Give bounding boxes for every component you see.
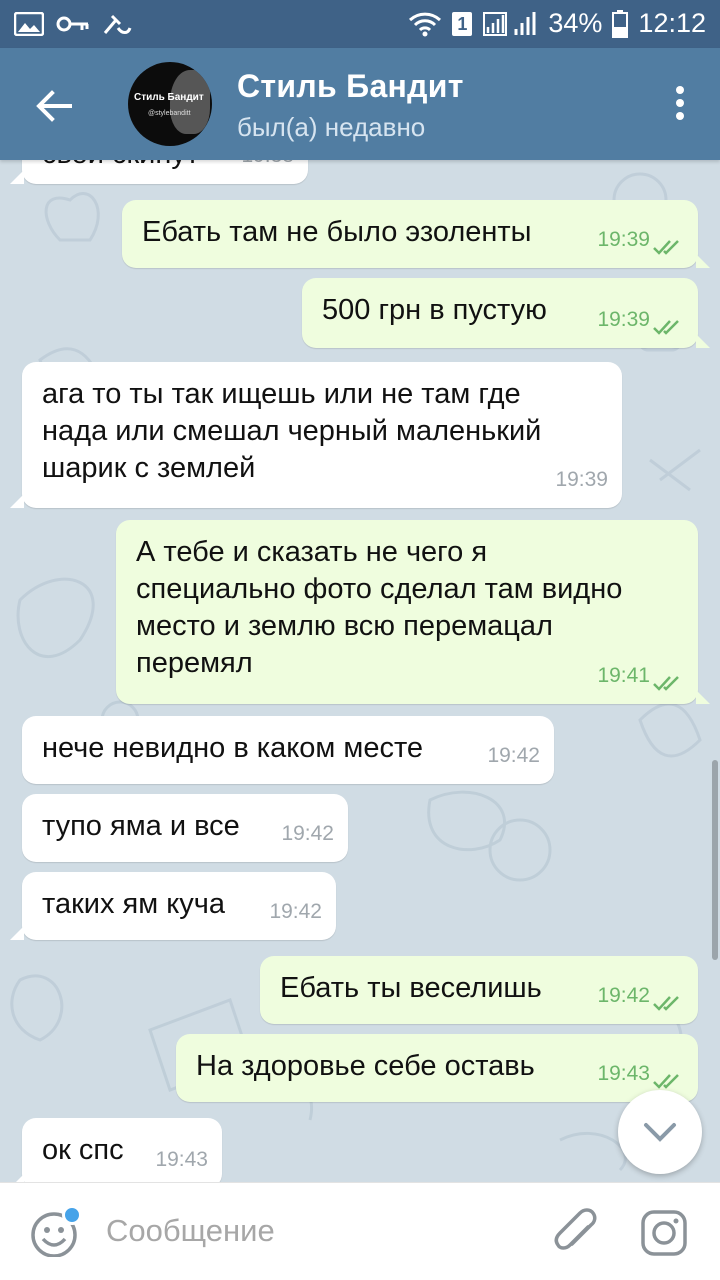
incoming-message[interactable]: ок спс 19:43 (10, 1118, 222, 1182)
message-input[interactable]: Сообщение (106, 1213, 275, 1249)
outgoing-message[interactable]: На здоровье себе оставь 19:43 (176, 1034, 698, 1102)
more-vert-icon[interactable] (674, 86, 686, 126)
message-text: нече невидно в каком месте (42, 732, 424, 764)
message-list[interactable]: свой скинут19:38 Ебать там не было эзолен… (0, 160, 720, 1182)
status-bar: 1 34% 12:12 (0, 0, 720, 48)
message-time: 19:43 (597, 1062, 650, 1085)
gallery-icon (14, 12, 44, 36)
double-check-icon (653, 1074, 679, 1089)
signal-icon (483, 11, 536, 36)
message-time: 19:42 (269, 900, 322, 923)
avatar-tag: @stylebanditt (148, 110, 191, 117)
scroll-down-button[interactable] (618, 1090, 702, 1174)
message-time: 19:41 (597, 664, 650, 687)
avatar-name: Стиль Бандит (134, 92, 204, 103)
sim-badge: 1 (452, 11, 473, 36)
battery-percent: 34% (548, 8, 603, 38)
message-time: 19:42 (281, 822, 334, 845)
message-time: 19:39 (555, 468, 608, 491)
double-check-icon (653, 676, 679, 691)
wifi-icon (409, 12, 442, 36)
chat-header: Стиль Бандит @stylebanditt Стиль Бандит … (0, 48, 720, 160)
double-check-icon (653, 996, 679, 1011)
message-text: ага то ты так ищешь или не там где нада … (42, 378, 542, 484)
incoming-message[interactable]: тупо яма и все 19:42 (22, 794, 348, 862)
message-time: 19:42 (487, 744, 540, 767)
message-composer: Сообщение (0, 1182, 720, 1280)
avatar[interactable]: Стиль Бандит @stylebanditt (128, 62, 212, 146)
clock: 12:12 (638, 8, 706, 38)
scrollbar[interactable] (712, 760, 718, 960)
tool-icon (103, 14, 132, 34)
incoming-message[interactable]: нече невидно в каком месте 19:42 (22, 716, 554, 784)
outgoing-message[interactable]: Ебать ты веселишь 19:42 (260, 956, 698, 1024)
incoming-message[interactable]: таких ям куча 19:42 (10, 872, 336, 940)
back-button[interactable] (30, 82, 78, 130)
outgoing-message[interactable]: 500 грн в пустую 19:39 (302, 278, 710, 348)
message-time: 19:38 (241, 160, 294, 174)
chat-status: был(а) недавно (237, 112, 426, 142)
message-time: 19:43 (155, 1148, 208, 1171)
chevron-down-icon (644, 1123, 676, 1142)
double-check-icon (653, 320, 679, 335)
incoming-message[interactable]: свой скинут19:38 (10, 160, 308, 184)
message-time: 19:42 (597, 984, 650, 1007)
double-check-icon (653, 240, 679, 255)
back-arrow-icon (36, 90, 72, 122)
outgoing-message[interactable]: Ебать там не было эзоленты 19:39 (122, 200, 710, 268)
incoming-message[interactable]: ага то ты так ищешь или не там где нада … (10, 362, 622, 508)
attach-icon (554, 1208, 597, 1250)
emoji-notification-dot (62, 1205, 82, 1225)
outgoing-message[interactable]: А тебе и сказать не чего я специально фо… (116, 520, 710, 704)
camera-button[interactable] (640, 1209, 688, 1257)
message-time: 19:39 (597, 228, 650, 251)
attach-button[interactable] (552, 1207, 600, 1259)
message-time: 19:39 (597, 308, 650, 331)
camera-icon (641, 1210, 687, 1256)
chat-title[interactable]: Стиль Бандит (237, 68, 464, 105)
key-icon (56, 16, 89, 32)
battery-icon (612, 9, 629, 38)
